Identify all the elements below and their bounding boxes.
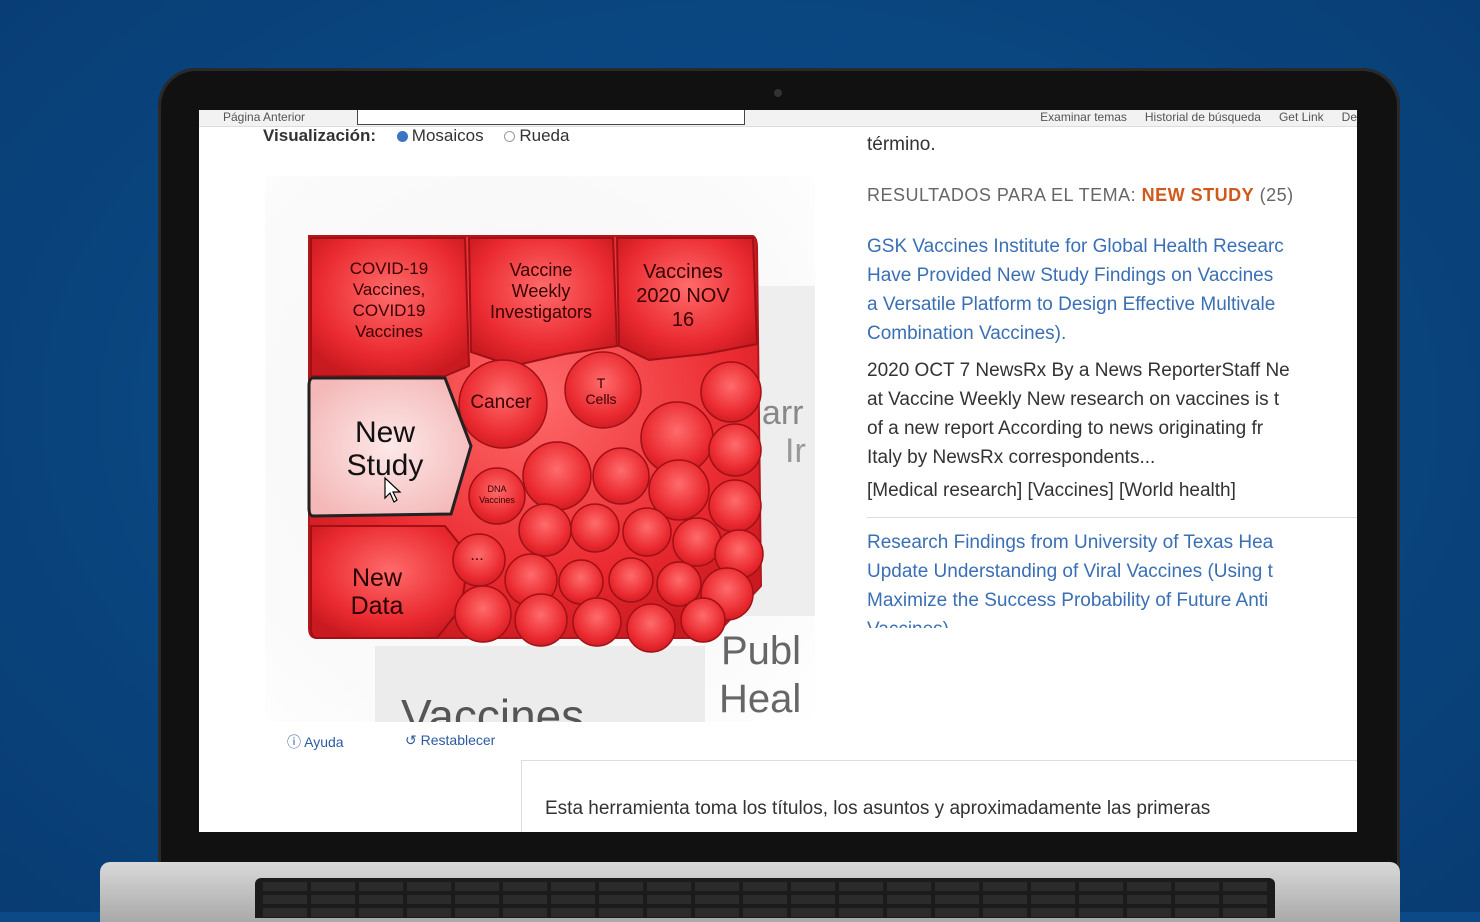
tiles-radio[interactable]	[396, 131, 408, 143]
result-title[interactable]: Update Understanding of Viral Vaccines (…	[867, 557, 1357, 586]
topic-cell[interactable]	[622, 507, 672, 557]
topic-cell[interactable]	[608, 557, 654, 603]
reset-link[interactable]: ↺ Restablecer	[405, 732, 495, 749]
topic-cell[interactable]	[522, 441, 592, 511]
topic-cell[interactable]	[708, 423, 762, 477]
wheel-option-label[interactable]: Rueda	[519, 126, 569, 145]
result-snippet: 2020 OCT 7 NewsRx By a News ReporterStaf…	[867, 360, 1290, 381]
divider	[521, 760, 1357, 761]
top-links: Examinar temas Historial de búsqueda Get…	[1040, 110, 1357, 124]
tile-label: New Study	[347, 416, 424, 482]
topic-visualization: harr Ir Publ Heal Vaccines COVID-19 Vacc…	[265, 176, 815, 722]
result-item: GSK Vaccines Institute for Global Health…	[867, 232, 1357, 505]
visualization-selector: Visualización: Mosaicos Rueda	[263, 126, 569, 146]
topic-cell[interactable]	[570, 503, 620, 553]
help-link[interactable]: ⓘ Ayuda	[287, 732, 344, 752]
laptop-screen: Página Anterior Examinar temas Historial…	[199, 110, 1357, 832]
tiles-option-label[interactable]: Mosaicos	[412, 126, 484, 145]
result-item: Research Findings from University of Tex…	[867, 528, 1357, 628]
topic-cell[interactable]	[572, 597, 622, 647]
topic-cell[interactable]	[700, 361, 762, 423]
divider	[521, 760, 522, 832]
keyboard	[255, 878, 1275, 918]
tile-mosaic: COVID-19 Vaccines, COVID19 Vaccines Vaccine…	[307, 235, 764, 653]
previous-page-link[interactable]: Página Anterior	[223, 110, 305, 124]
search-history-link[interactable]: Historial de búsqueda	[1145, 110, 1261, 124]
help-icon: ⓘ	[287, 734, 305, 750]
key-row	[263, 908, 1267, 917]
topic-cell[interactable]	[514, 593, 568, 647]
reset-label: Restablecer	[420, 732, 496, 748]
tool-description: Esta herramienta toma los títulos, los a…	[545, 798, 1211, 819]
result-snippet: Italy by NewsRx correspondents...	[867, 447, 1156, 468]
topic-cell[interactable]	[626, 603, 676, 653]
results-panel: término. RESULTADOS PARA EL TEMA: NEW ST…	[867, 130, 1357, 628]
result-title[interactable]: Combination Vaccines).	[867, 319, 1357, 348]
result-title[interactable]: Vaccines)	[867, 615, 1357, 628]
wheel-radio[interactable]	[504, 131, 516, 143]
topic-cell[interactable]	[454, 585, 512, 643]
results-topic: NEW STUDY	[1141, 185, 1255, 205]
results-heading: RESULTADOS PARA EL TEMA: NEW STUDY (25)	[867, 181, 1357, 210]
key-row	[263, 882, 1267, 891]
result-snippet: at Vaccine Weekly New research on vaccin…	[867, 389, 1280, 410]
topic-cell[interactable]	[518, 503, 572, 557]
browse-topics-link[interactable]: Examinar temas	[1040, 110, 1127, 124]
search-input[interactable]	[357, 110, 745, 125]
visualization-label: Visualización:	[263, 126, 377, 145]
topic-cell[interactable]	[708, 479, 762, 533]
key-row	[263, 895, 1267, 904]
camera-icon	[774, 89, 782, 97]
intro-text: término.	[867, 134, 936, 155]
result-title[interactable]: GSK Vaccines Institute for Global Health…	[867, 232, 1357, 261]
result-snippet: of a new report According to news origin…	[867, 418, 1264, 439]
result-title[interactable]: Research Findings from University of Tex…	[867, 528, 1357, 557]
reset-icon: ↺	[405, 732, 421, 748]
tile-label: Cancer	[470, 392, 532, 413]
result-title[interactable]: Maximize the Success Probability of Futu…	[867, 586, 1357, 615]
result-title[interactable]: a Versatile Platform to Design Effective…	[867, 290, 1357, 319]
topic-cell[interactable]	[672, 517, 722, 567]
tile-label: ...	[470, 547, 483, 564]
result-title[interactable]: Have Provided New Study Findings on Vacc…	[867, 261, 1357, 290]
results-count: (25)	[1259, 185, 1294, 205]
result-divider	[867, 517, 1357, 518]
help-label: Ayuda	[304, 734, 344, 750]
tile-label: New Data	[351, 564, 404, 620]
results-heading-label: RESULTADOS PARA EL TEMA:	[867, 185, 1137, 205]
topic-cell[interactable]	[680, 597, 726, 643]
more-link[interactable]: De	[1342, 110, 1357, 124]
topic-cell[interactable]	[592, 447, 650, 505]
get-link-link[interactable]: Get Link	[1279, 110, 1324, 124]
result-tags[interactable]: [Medical research] [Vaccines] [World hea…	[867, 476, 1357, 505]
top-bar: Página Anterior Examinar temas Historial…	[199, 110, 1357, 127]
